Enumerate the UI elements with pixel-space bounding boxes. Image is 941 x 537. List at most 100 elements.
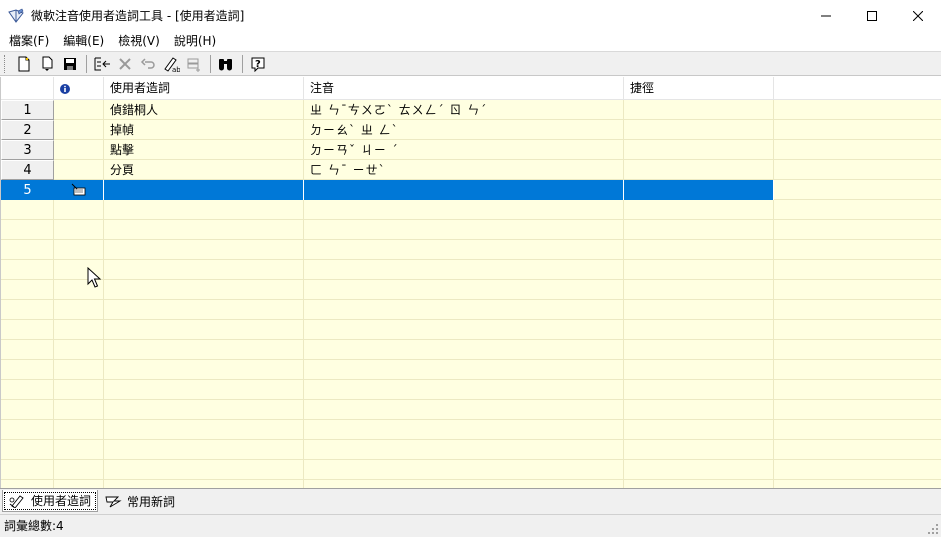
maximize-button[interactable] <box>849 0 895 31</box>
delete-icon <box>119 57 131 70</box>
status-bar: 詞彙總數:4 <box>0 514 941 537</box>
empty-row <box>1 400 941 420</box>
zhuyin-cell[interactable]: ㄉㄧㄠˋ ㄓ ㄥˋ <box>304 120 624 140</box>
close-icon <box>913 10 923 21</box>
zhuyin-cell[interactable]: ㄈ ㄣˉ ㄧㄝˋ <box>304 160 624 180</box>
help-button[interactable]: ? <box>247 53 269 75</box>
shortcut-cell[interactable] <box>624 140 774 160</box>
table-row[interactable]: 4 分頁 ㄈ ㄣˉ ㄧㄝˋ <box>1 160 941 180</box>
insert-row-button[interactable] <box>183 53 205 75</box>
table-row[interactable]: 2 掉幀 ㄉㄧㄠˋ ㄓ ㄥˋ <box>1 120 941 140</box>
close-button[interactable] <box>895 0 941 31</box>
shortcut-cell[interactable] <box>624 100 774 120</box>
menu-edit[interactable]: 編輯(E) <box>56 31 111 51</box>
word-cell[interactable]: 掉幀 <box>104 120 304 140</box>
word-cell[interactable]: 分頁 <box>104 160 304 180</box>
shortcut-cell[interactable] <box>624 120 774 140</box>
empty-row <box>1 360 941 380</box>
window-title: 微軟注音使用者造詞工具 - [使用者造詞] <box>31 9 245 23</box>
empty-row <box>1 420 941 440</box>
empty-row <box>1 200 941 220</box>
word-cell[interactable]: 點擊 <box>104 140 304 160</box>
row-header-corner[interactable] <box>1 77 54 100</box>
row-info-cell[interactable] <box>54 140 104 160</box>
empty-row <box>1 320 941 340</box>
row-number[interactable]: 1 <box>1 100 54 120</box>
info-icon <box>60 83 70 94</box>
tab-user-words[interactable]: 使用者造詞 <box>2 490 99 512</box>
edit-word-icon: ab <box>164 56 180 73</box>
new-file-button[interactable] <box>13 53 35 75</box>
toolbar-separator <box>210 54 211 73</box>
empty-row <box>1 380 941 400</box>
undo-button[interactable] <box>137 53 159 75</box>
column-header-shortcut[interactable]: 捷徑 <box>624 77 774 100</box>
menu-help[interactable]: 說明(H) <box>167 31 223 51</box>
open-file-button[interactable] <box>36 53 58 75</box>
word-cell[interactable] <box>104 180 304 200</box>
toolbar-separator <box>242 54 243 73</box>
save-icon <box>64 57 76 70</box>
table-row[interactable]: 1 偵錯桐人 ㄓ ㄣˉㄘㄨㄛˋ ㄊㄨㄥˊ ㄖ ㄣˊ <box>1 100 941 120</box>
empty-row <box>1 460 941 480</box>
edit-row-icon <box>71 183 85 196</box>
table-row-selected[interactable]: 5 <box>1 180 941 200</box>
column-header-word[interactable]: 使用者造詞 <box>104 77 304 100</box>
empty-row <box>1 440 941 460</box>
tab-bar: 使用者造詞 常用新詞 <box>0 488 941 514</box>
open-file-icon <box>42 56 53 71</box>
delete-button[interactable] <box>114 53 136 75</box>
row-number[interactable]: 5 <box>1 180 54 200</box>
row-number[interactable]: 2 <box>1 120 54 140</box>
empty-row <box>1 480 941 488</box>
edit-word-button[interactable]: ab <box>160 53 182 75</box>
save-button[interactable] <box>59 53 81 75</box>
word-count: 詞彙總數:4 <box>4 519 64 533</box>
resize-grip-icon[interactable] <box>927 523 939 535</box>
maximize-icon <box>867 10 877 21</box>
undo-icon <box>140 57 155 69</box>
toolbar-separator <box>86 54 87 73</box>
zhuyin-cell[interactable]: ㄓ ㄣˉㄘㄨㄛˋ ㄊㄨㄥˊ ㄖ ㄣˊ <box>304 100 624 120</box>
add-word-button[interactable] <box>91 53 113 75</box>
empty-row <box>1 260 941 280</box>
word-cell[interactable]: 偵錯桐人 <box>104 100 304 120</box>
empty-row <box>1 220 941 240</box>
tab-label: 使用者造詞 <box>31 494 92 508</box>
row-info-cell[interactable] <box>54 120 104 140</box>
tab-label: 常用新詞 <box>127 494 176 509</box>
toolbar-grip[interactable] <box>4 54 7 73</box>
row-info-cell[interactable] <box>54 160 104 180</box>
mouse-pointer-icon <box>87 267 102 288</box>
shortcut-cell[interactable] <box>624 180 774 200</box>
app-book-icon <box>8 8 24 24</box>
new-words-icon <box>103 493 123 509</box>
empty-row <box>1 240 941 260</box>
grid-rows: 1 偵錯桐人 ㄓ ㄣˉㄘㄨㄛˋ ㄊㄨㄥˊ ㄖ ㄣˊ 2 掉幀 ㄉㄧㄠˋ ㄓ ㄥˋ… <box>1 100 941 488</box>
menu-file[interactable]: 檔案(F) <box>2 31 56 51</box>
shortcut-cell[interactable] <box>624 160 774 180</box>
row-info-cell[interactable] <box>54 100 104 120</box>
zhuyin-cell[interactable]: ㄉㄧㄢˇ ㄐㄧ ˊ <box>304 140 624 160</box>
minimize-button[interactable] <box>803 0 849 31</box>
table-row[interactable]: 3 點擊 ㄉㄧㄢˇ ㄐㄧ ˊ <box>1 140 941 160</box>
empty-row <box>1 280 941 300</box>
tab-new-words[interactable]: 常用新詞 <box>98 490 182 512</box>
row-number[interactable]: 3 <box>1 140 54 160</box>
menu-view[interactable]: 檢視(V) <box>111 31 167 51</box>
find-button[interactable] <box>215 53 237 75</box>
column-header-zhuyin[interactable]: 注音 <box>304 77 624 100</box>
empty-row <box>1 300 941 320</box>
row-number[interactable]: 4 <box>1 160 54 180</box>
word-grid[interactable]: 使用者造詞 注音 捷徑 1 偵錯桐人 ㄓ ㄣˉㄘㄨㄛˋ ㄊㄨㄥˊ ㄖ ㄣˊ 2 … <box>0 77 941 488</box>
zhuyin-cell[interactable] <box>304 180 624 200</box>
new-file-icon <box>18 56 30 71</box>
title-bar: 微軟注音使用者造詞工具 - [使用者造詞] <box>0 0 941 31</box>
row-info-cell[interactable] <box>54 180 104 200</box>
empty-row <box>1 340 941 360</box>
minimize-icon <box>821 15 831 16</box>
help-icon: ? <box>251 57 265 72</box>
column-header-info[interactable] <box>54 77 104 100</box>
user-words-icon <box>7 493 27 509</box>
grid-header: 使用者造詞 注音 捷徑 <box>1 77 941 100</box>
